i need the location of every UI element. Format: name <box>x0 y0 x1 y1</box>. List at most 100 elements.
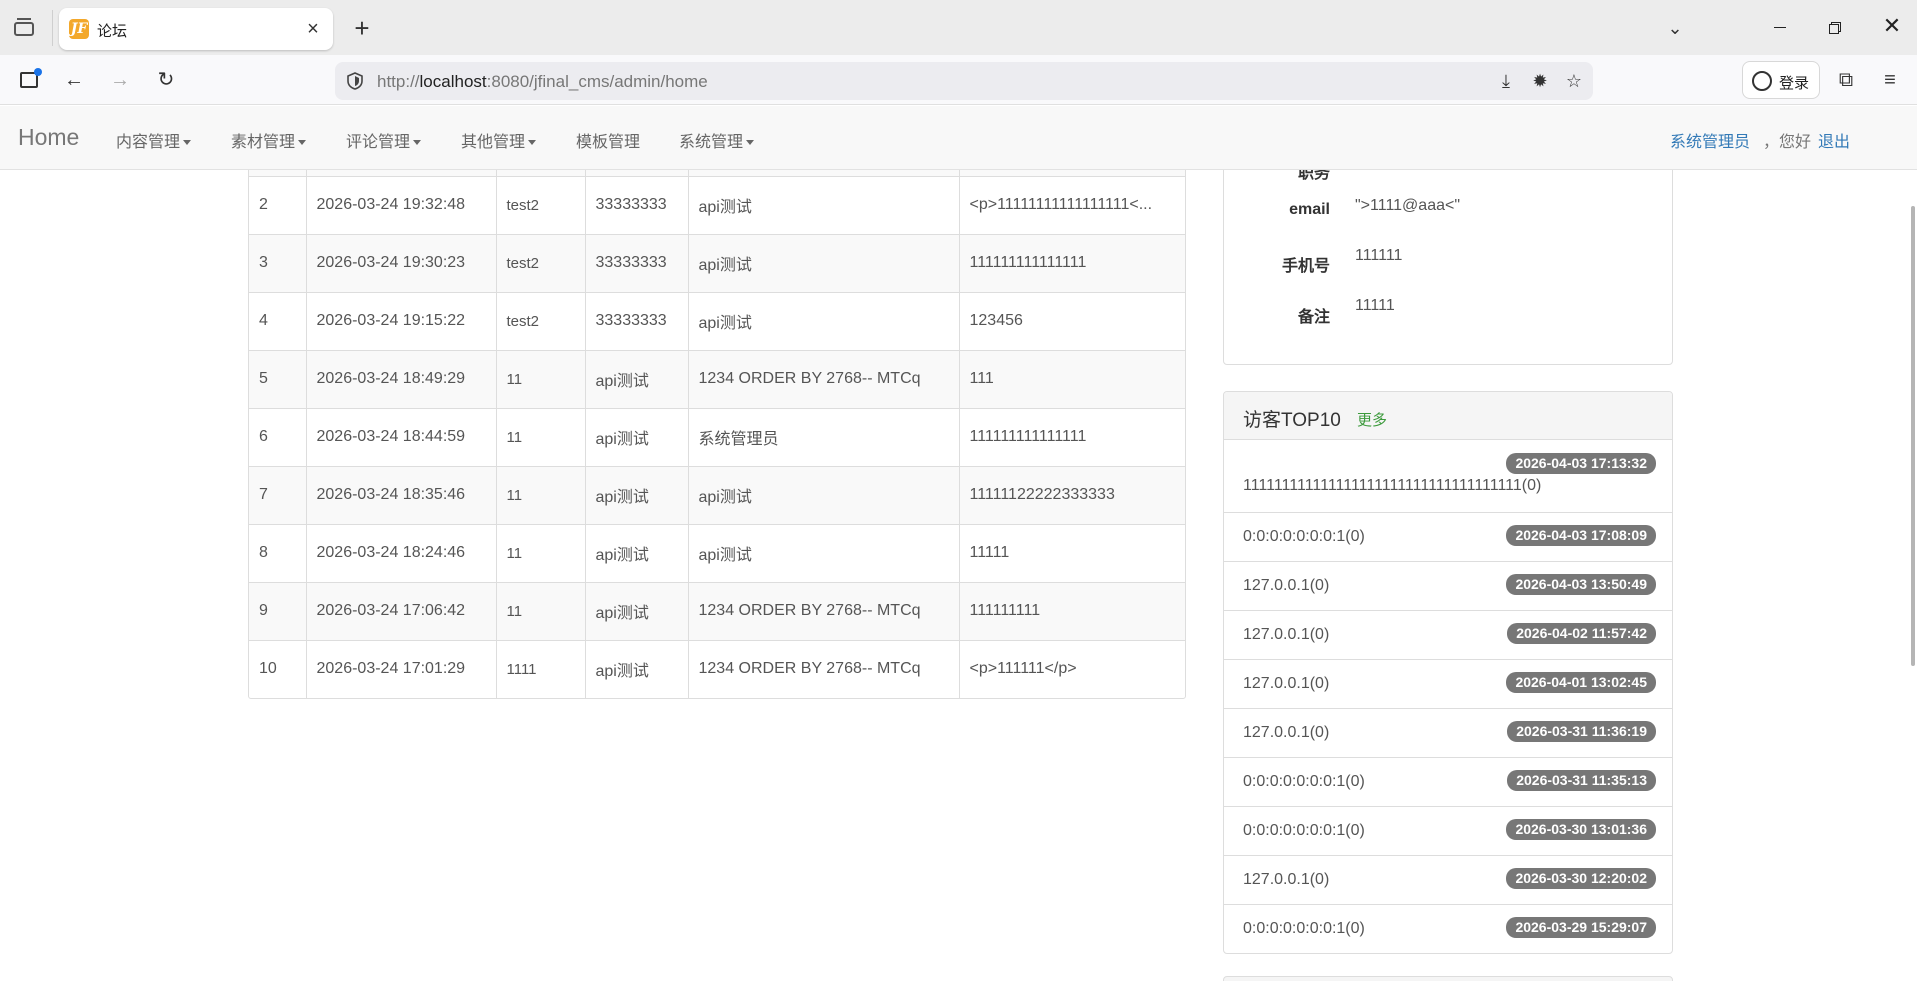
cell-col4: 系统管理员 <box>688 408 960 467</box>
page-scrollbar[interactable] <box>1911 206 1915 666</box>
more-link[interactable]: 更多 <box>1357 409 1387 430</box>
visitor-ip: 127.0.0.1(0) <box>1243 871 1330 888</box>
tab-list-icon[interactable] <box>14 18 36 38</box>
time-badge: 2026-03-31 11:36:19 <box>1507 721 1656 742</box>
bug-icon[interactable]: ✹ <box>1527 68 1553 94</box>
cell-col4: 1234 ORDER BY 2768-- MTCq <box>688 640 960 698</box>
restore-icon[interactable] <box>1820 14 1848 42</box>
info-row-position: 职务 <box>1224 170 1672 189</box>
greeting-text: ，您好 <box>1763 134 1812 151</box>
menu-icon[interactable]: ≡ <box>1876 66 1904 94</box>
close-icon[interactable]: × <box>301 17 325 41</box>
close-window-icon[interactable]: ✕ <box>1878 12 1906 40</box>
login-button[interactable]: 登录 <box>1742 61 1820 99</box>
url-path: :8080/jfinal_cms/admin/home <box>486 72 708 91</box>
url-prefix: http:// <box>377 72 420 91</box>
visitor-ip: 127.0.0.1(0) <box>1243 626 1330 643</box>
sidebar-icon[interactable] <box>16 66 44 94</box>
cell-user: 11 <box>496 466 586 525</box>
user-info-panel: 职务 email ">1111@aaa<" 手机号 111111 备注 1111… <box>1223 170 1673 365</box>
list-item: 0:0:0:0:0:0:0:1(0) 2026-03-31 11:35:13 <box>1224 758 1672 807</box>
shield-icon[interactable] <box>345 71 365 91</box>
table-row: 6 2026-03-24 18:44:59 11 api测试 系统管理员 11111111… <box>249 408 1185 467</box>
tab-divider <box>52 10 53 46</box>
next-panel-edge <box>1223 976 1673 981</box>
url-bar[interactable]: http://localhost:8080/jfinal_cms/admin/h… <box>335 62 1593 100</box>
list-item: 0:0:0:0:0:0:0:1(0) 2026-03-29 15:29:07 <box>1224 905 1672 953</box>
cell-time: 2026-03-24 18:49:29 <box>306 350 497 409</box>
time-badge: 2026-04-03 13:50:49 <box>1506 574 1656 595</box>
panel-heading: 访客TOP10 更多 <box>1224 392 1672 440</box>
download-icon[interactable]: ⤓ <box>1493 68 1519 94</box>
cell-user: 11 <box>496 524 586 583</box>
cell-col4: 1234 ORDER BY 2768-- MTCq <box>688 582 960 641</box>
cell-col4: api测试 <box>688 524 960 583</box>
time-badge: 2026-03-31 11:35:13 <box>1507 770 1656 791</box>
chevron-down-icon[interactable]: ⌄ <box>1661 14 1689 42</box>
cell-col3: api测试 <box>585 582 689 641</box>
app-navbar: Home 内容管理 素材管理 评论管理 其他管理 模板管理 系统管理 系统管理员… <box>0 106 1917 170</box>
reload-icon[interactable]: ↻ <box>152 66 180 94</box>
extensions-icon[interactable]: ⧉ <box>1832 66 1860 94</box>
cell-time: 2026-03-24 18:24:46 <box>306 524 497 583</box>
url-host: localhost <box>419 72 487 91</box>
info-value: 111111 <box>1355 247 1403 264</box>
list-item: 127.0.0.1(0) 2026-03-30 12:20:02 <box>1224 856 1672 905</box>
nav-system-management[interactable]: 系统管理 <box>679 128 755 152</box>
cell-index: 2 <box>249 176 307 235</box>
tab-active[interactable]: JF 论坛 × <box>59 8 333 50</box>
cell-user: 11 <box>496 582 586 641</box>
visitor-ip: 0:0:0:0:0:0:0:1(0) <box>1243 528 1365 545</box>
cell-col3: 33333333 <box>585 176 689 235</box>
list-item: 0:0:0:0:0:0:0:1(0) 2026-03-30 13:01:36 <box>1224 807 1672 856</box>
info-row-email: email ">1111@aaa<" <box>1224 197 1672 227</box>
table-row: 5 2026-03-24 18:49:29 11 api测试 1234 ORDER BY… <box>249 350 1185 409</box>
time-badge: 2026-04-02 11:57:42 <box>1507 623 1656 644</box>
caret-down-icon <box>298 140 307 146</box>
visitor-ip: 0:0:0:0:0:0:0:1(0) <box>1243 822 1365 839</box>
plus-icon[interactable]: + <box>348 14 376 42</box>
info-label: email <box>1289 201 1330 218</box>
minimize-icon[interactable] <box>1766 14 1794 42</box>
url-text[interactable]: http://localhost:8080/jfinal_cms/admin/h… <box>377 72 708 92</box>
cell-user: test2 <box>496 292 586 351</box>
info-label: 职务 <box>1297 170 1330 182</box>
cell-content: 123456 <box>959 292 1185 351</box>
login-label: 登录 <box>1779 75 1810 92</box>
nav-other-management[interactable]: 其他管理 <box>461 128 537 152</box>
info-value: 11111 <box>1355 297 1395 314</box>
nav-label: 模板管理 <box>576 134 641 151</box>
cell-col3: api测试 <box>585 408 689 467</box>
cell-time: 2026-03-24 19:32:48 <box>306 176 497 235</box>
list-item: 127.0.0.1(0) 2026-04-01 13:02:45 <box>1224 660 1672 709</box>
visitor-ip: 127.0.0.1(0) <box>1243 577 1330 594</box>
cell-time: 2026-03-24 18:35:46 <box>306 466 497 525</box>
cell-col4: api测试 <box>688 466 960 525</box>
nav-comment-management[interactable]: 评论管理 <box>346 128 422 152</box>
cell-col3: api测试 <box>585 640 689 698</box>
forward-arrow-icon[interactable]: → <box>106 66 134 94</box>
favicon-icon: JF <box>69 19 89 39</box>
browser-toolbar: ← → ↻ http://localhost:8080/jfinal_cms/a… <box>0 55 1917 105</box>
nav-template-management[interactable]: 模板管理 <box>576 128 640 152</box>
nav-label: 系统管理 <box>679 134 744 151</box>
list-item: 127.0.0.1(0) 2026-04-02 11:57:42 <box>1224 611 1672 660</box>
time-badge: 2026-03-29 15:29:07 <box>1506 917 1656 938</box>
nav-content-management[interactable]: 内容管理 <box>116 128 192 152</box>
cell-user: 1111 <box>496 640 586 698</box>
cell-content: 111111111111111 <box>959 408 1185 467</box>
back-arrow-icon[interactable]: ← <box>60 66 88 94</box>
current-user-link[interactable]: 系统管理员 <box>1670 128 1750 152</box>
nav-material-management[interactable]: 素材管理 <box>231 128 307 152</box>
nav-label: 素材管理 <box>231 134 296 151</box>
star-icon[interactable]: ☆ <box>1561 68 1587 94</box>
logout-link[interactable]: 退出 <box>1818 128 1850 152</box>
list-item: 0:0:0:0:0:0:0:1(0) 2026-04-03 17:08:09 <box>1224 513 1672 562</box>
info-label: 备注 <box>1297 309 1330 326</box>
visitor-top10-panel: 访客TOP10 更多 2026-04-03 17:13:32 111111111… <box>1223 391 1673 954</box>
cell-user: test2 <box>496 176 586 235</box>
brand-home-link[interactable]: Home <box>18 124 79 151</box>
cell-col4: api测试 <box>688 176 960 235</box>
cell-time: 2026-03-24 19:15:22 <box>306 292 497 351</box>
cell-index: 9 <box>249 582 307 641</box>
